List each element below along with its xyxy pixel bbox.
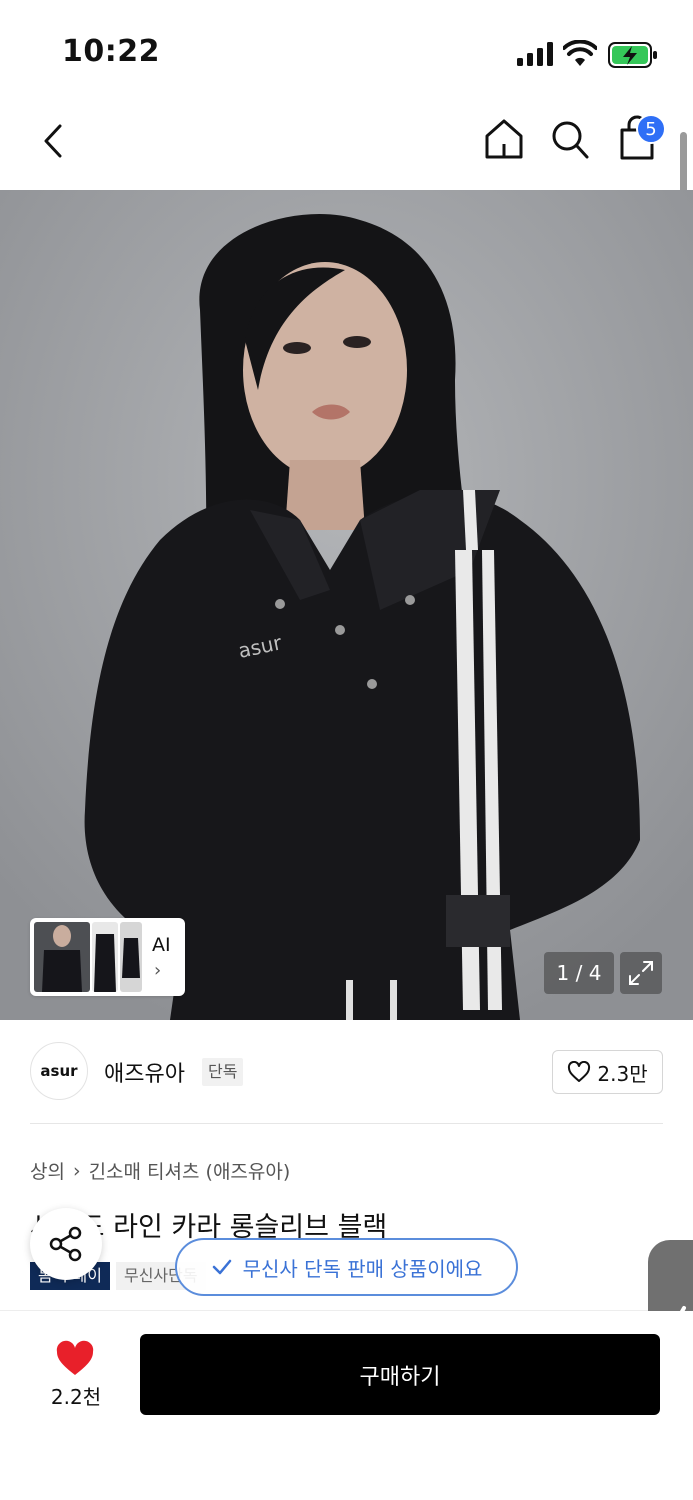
- breadcrumb-item-longsleeve[interactable]: 긴소매 티셔츠 (애즈유아): [89, 1157, 291, 1184]
- checkmark-icon: [212, 1259, 231, 1275]
- exclusive-toast: 무신사 단독 판매 상품이에요: [175, 1238, 518, 1296]
- search-icon[interactable]: [548, 116, 592, 162]
- share-icon: [49, 1226, 82, 1262]
- top-nav-bar: 5: [0, 100, 693, 190]
- divider: [30, 1123, 663, 1124]
- status-time: 10:22: [62, 34, 160, 69]
- product-image-carousel[interactable]: asur AI › 1 / 4: [0, 190, 693, 1020]
- brand-like-button[interactable]: 2.3만: [552, 1050, 663, 1094]
- category-breadcrumb: 상의 › 긴소매 티셔츠 (애즈유아): [30, 1157, 290, 1184]
- ai-thumbnail-card[interactable]: AI ›: [30, 918, 185, 996]
- buy-button[interactable]: 구매하기: [140, 1334, 660, 1415]
- share-button[interactable]: [30, 1208, 102, 1280]
- cart-count-badge: 5: [636, 114, 666, 144]
- thumbnail-image-2: [92, 922, 118, 992]
- brand-row[interactable]: asur 애즈유아 단독 2.3만: [0, 1020, 693, 1124]
- brand-logo[interactable]: asur: [30, 1042, 88, 1100]
- brand-name[interactable]: 애즈유아: [104, 1056, 185, 1088]
- heart-filled-icon: [56, 1340, 94, 1375]
- product-like-count: 2.2천: [50, 1385, 102, 1409]
- breadcrumb-separator-icon: ›: [72, 1159, 81, 1182]
- status-bar: 10:22: [0, 0, 693, 100]
- back-arrow-icon[interactable]: [34, 118, 74, 164]
- thumbnail-image-1: [34, 922, 90, 992]
- cellular-signal-icon: [517, 42, 553, 66]
- brand-like-count: 2.3만: [597, 1061, 648, 1086]
- cart-button[interactable]: 5: [614, 114, 666, 162]
- thumbnail-image-3: [120, 922, 142, 992]
- chevron-right-icon: ›: [154, 960, 162, 981]
- battery-charging-icon: [608, 42, 657, 68]
- home-icon[interactable]: [482, 116, 526, 162]
- bottom-purchase-bar: 2.2천 구매하기: [0, 1311, 693, 1500]
- product-photo: asur: [0, 190, 693, 1020]
- expand-image-button[interactable]: [620, 952, 662, 994]
- toast-message: 무신사 단독 판매 상품이에요: [242, 1256, 483, 1281]
- wifi-icon: [563, 40, 597, 66]
- heart-outline-icon: [568, 1061, 591, 1082]
- image-page-counter: 1 / 4: [544, 952, 614, 994]
- exclusive-badge: 단독: [202, 1058, 244, 1086]
- ai-label: AI: [152, 934, 171, 956]
- expand-icon: [629, 961, 653, 985]
- breadcrumb-item-top[interactable]: 상의: [30, 1157, 65, 1184]
